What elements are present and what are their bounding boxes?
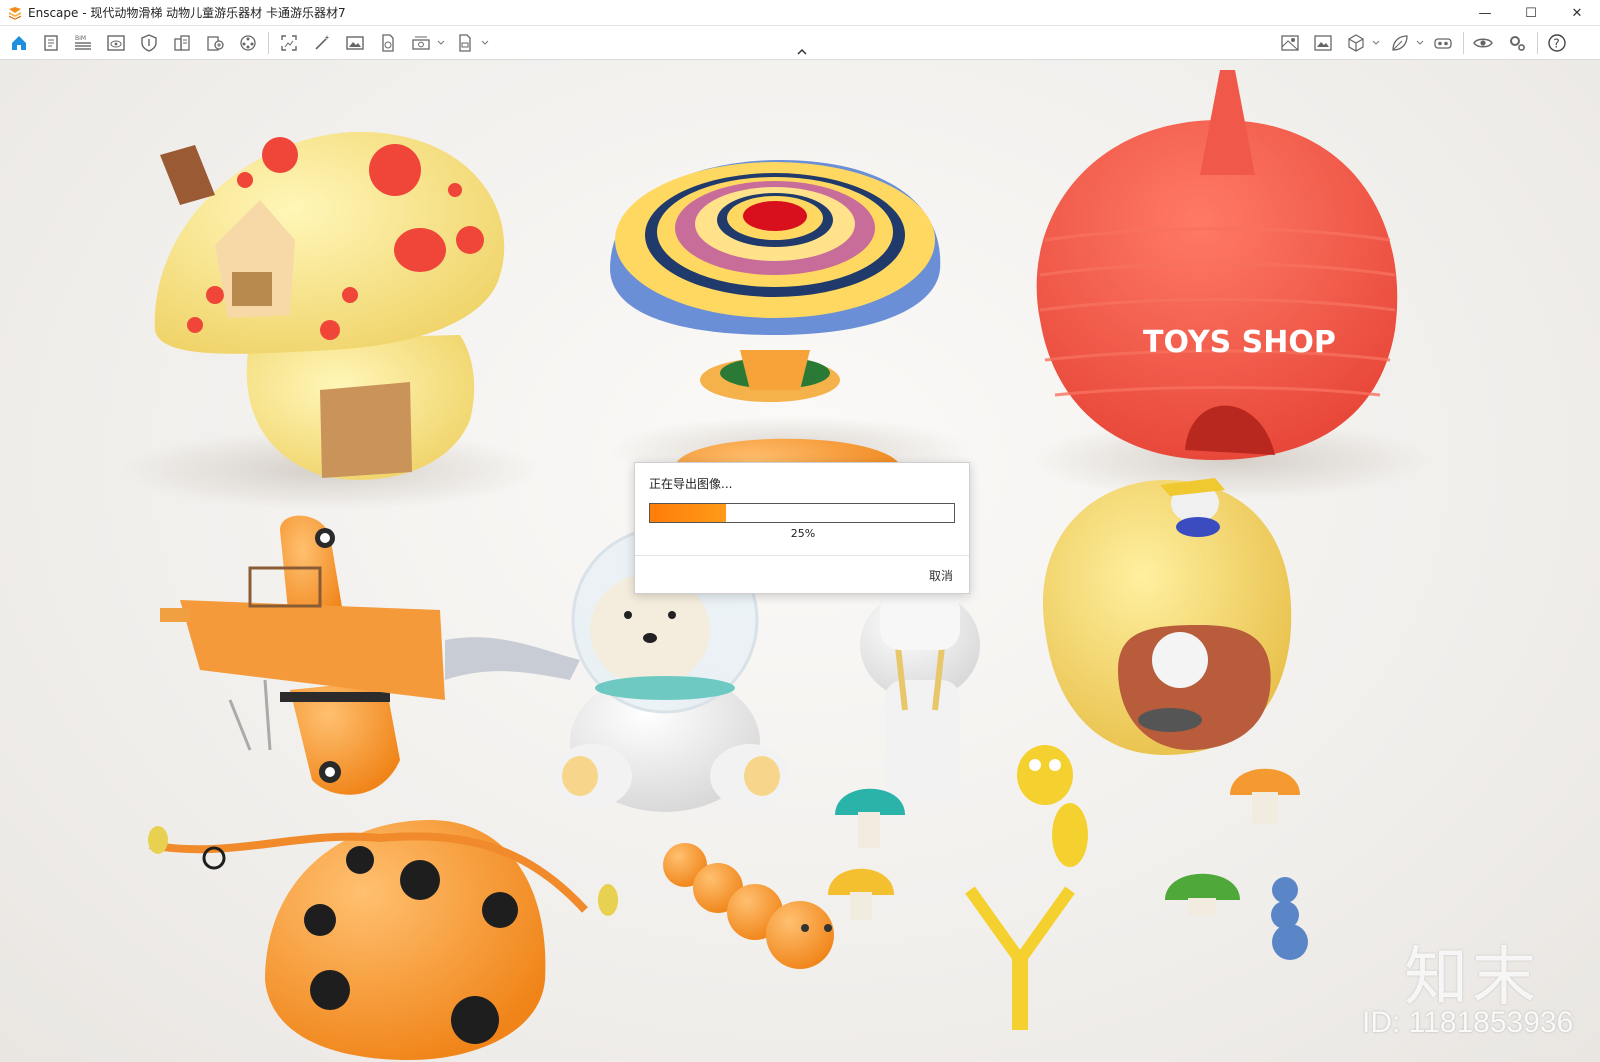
screenshot-icon[interactable] xyxy=(278,32,300,54)
dialog-divider xyxy=(635,555,969,556)
airplane-slide xyxy=(160,515,580,795)
export-progress-fill xyxy=(650,504,726,522)
visibility-icon[interactable] xyxy=(1472,32,1494,54)
mushroom-house xyxy=(154,131,505,480)
export-progress-percent: 25% xyxy=(790,527,816,540)
map-icon[interactable] xyxy=(1279,32,1301,54)
help-label: ? xyxy=(1553,37,1559,51)
pumpkin-toy-shop: TOYS SHOP xyxy=(1036,70,1398,460)
vr-headset-icon[interactable] xyxy=(1432,32,1454,54)
bim-icon[interactable]: BIM xyxy=(72,32,94,54)
magic-wand-icon[interactable] xyxy=(311,32,333,54)
ant-slingshot xyxy=(965,745,1088,1030)
toolbar-separator xyxy=(1463,32,1464,54)
image-icon[interactable] xyxy=(344,32,366,54)
maximize-button[interactable]: ☐ xyxy=(1508,0,1554,26)
building-icon[interactable] xyxy=(171,32,193,54)
shield-icon[interactable] xyxy=(138,32,160,54)
watermark-id: ID: 1181853936 xyxy=(1362,1006,1574,1039)
video-reel-icon[interactable] xyxy=(237,32,259,54)
bim-label: BIM xyxy=(75,35,86,42)
chevron-down-icon[interactable] xyxy=(481,39,489,47)
export-progress-dialog: 正在导出图像... 25% 取消 xyxy=(634,462,970,594)
panorama-icon[interactable] xyxy=(1312,32,1334,54)
view-eye-icon[interactable] xyxy=(105,32,127,54)
toolbar-separator xyxy=(1537,32,1538,54)
export-progress-bar xyxy=(649,503,955,523)
melon-house xyxy=(1042,478,1292,755)
toys-shop-sign: TOYS SHOP xyxy=(1143,325,1336,360)
close-button[interactable]: ✕ xyxy=(1554,0,1600,26)
leaf-icon[interactable] xyxy=(1389,32,1411,54)
chevron-down-icon[interactable] xyxy=(437,39,445,47)
asset-library-icon[interactable] xyxy=(204,32,226,54)
export-status-message: 正在导出图像... xyxy=(649,477,733,491)
caterpillar-toy xyxy=(663,843,834,969)
chevron-down-icon[interactable] xyxy=(1416,39,1424,47)
settings-icon[interactable] xyxy=(1506,32,1528,54)
ladybug-seesaw xyxy=(148,820,618,1060)
toolbar-separator xyxy=(268,32,269,54)
exe-export-icon[interactable] xyxy=(454,32,476,54)
cancel-button[interactable]: 取消 xyxy=(929,567,953,584)
title-bar: Enscape - 现代动物滑梯 动物儿童游乐器材 卡通游乐器材7 — ☐ ✕ xyxy=(0,0,1600,26)
home-icon[interactable] xyxy=(8,32,30,54)
window-title: Enscape - 现代动物滑梯 动物儿童游乐器材 卡通游乐器材7 xyxy=(28,6,346,20)
help-icon[interactable]: ? xyxy=(1546,32,1568,54)
chevron-down-icon[interactable] xyxy=(1372,39,1380,47)
astronaut-figure xyxy=(860,590,980,800)
cube-view-icon[interactable] xyxy=(1345,32,1367,54)
watermark-logo: 知末 xyxy=(1404,941,1540,1015)
render-batch-icon[interactable] xyxy=(410,32,432,54)
minimize-button[interactable]: — xyxy=(1462,0,1508,26)
collapse-toolbar-chevron-icon[interactable] xyxy=(796,48,808,56)
document-icon[interactable] xyxy=(40,32,62,54)
export-file-icon[interactable] xyxy=(377,32,399,54)
enscape-logo-icon xyxy=(9,6,21,20)
